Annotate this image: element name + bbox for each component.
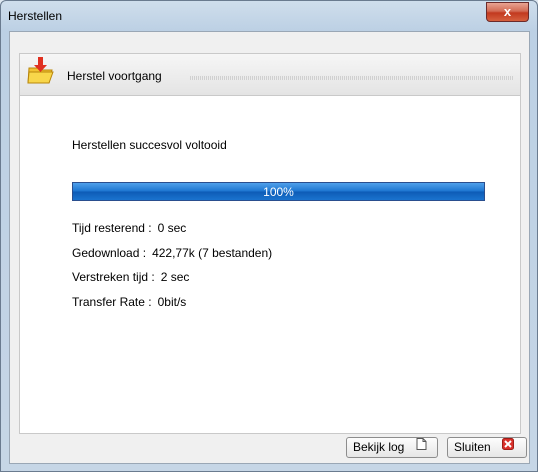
red-x-icon (502, 437, 515, 456)
info-value: 0bit/s (157, 295, 187, 309)
info-label: Gedownload : (72, 246, 147, 260)
restore-window: Herstellen x Herstel voortgang Herstelle… (0, 0, 538, 472)
progress-label: 100% (263, 185, 294, 199)
status-message: Herstellen succesvol voltooid (72, 138, 227, 152)
close-label: Sluiten (454, 440, 491, 454)
window-client-area: Herstel voortgang Herstellen succesvol v… (9, 31, 530, 464)
close-button[interactable]: Sluiten (447, 437, 527, 458)
info-row-elapsed-time: Verstreken tijd : 2 sec (72, 270, 189, 284)
info-row-downloaded: Gedownload : 422,77k (7 bestanden) (72, 246, 272, 260)
info-row-transfer-rate: Transfer Rate : 0bit/s (72, 295, 186, 309)
window-close-button[interactable]: x (486, 2, 529, 22)
panel-body: Herstellen succesvol voltooid 100% Tijd … (19, 96, 521, 434)
window-title: Herstellen (8, 9, 63, 23)
info-label: Verstreken tijd : (72, 270, 155, 284)
info-row-time-remaining: Tijd resterend : 0 sec (72, 221, 186, 235)
title-bar[interactable]: Herstellen x (1, 1, 537, 31)
info-label: Tijd resterend : (72, 221, 152, 235)
info-value: 422,77k (7 bestanden) (152, 246, 273, 260)
info-label: Transfer Rate : (72, 295, 152, 309)
info-value: 2 sec (160, 270, 190, 284)
folder-restore-icon (26, 56, 56, 86)
view-log-label: Bekijk log (353, 440, 405, 454)
panel-header: Herstel voortgang (19, 53, 521, 96)
document-icon (416, 437, 427, 456)
view-log-button[interactable]: Bekijk log (346, 437, 438, 458)
progress-bar: 100% (72, 182, 485, 201)
panel-title: Herstel voortgang (67, 69, 162, 83)
info-value: 0 sec (157, 221, 187, 235)
panel-divider (190, 76, 514, 80)
